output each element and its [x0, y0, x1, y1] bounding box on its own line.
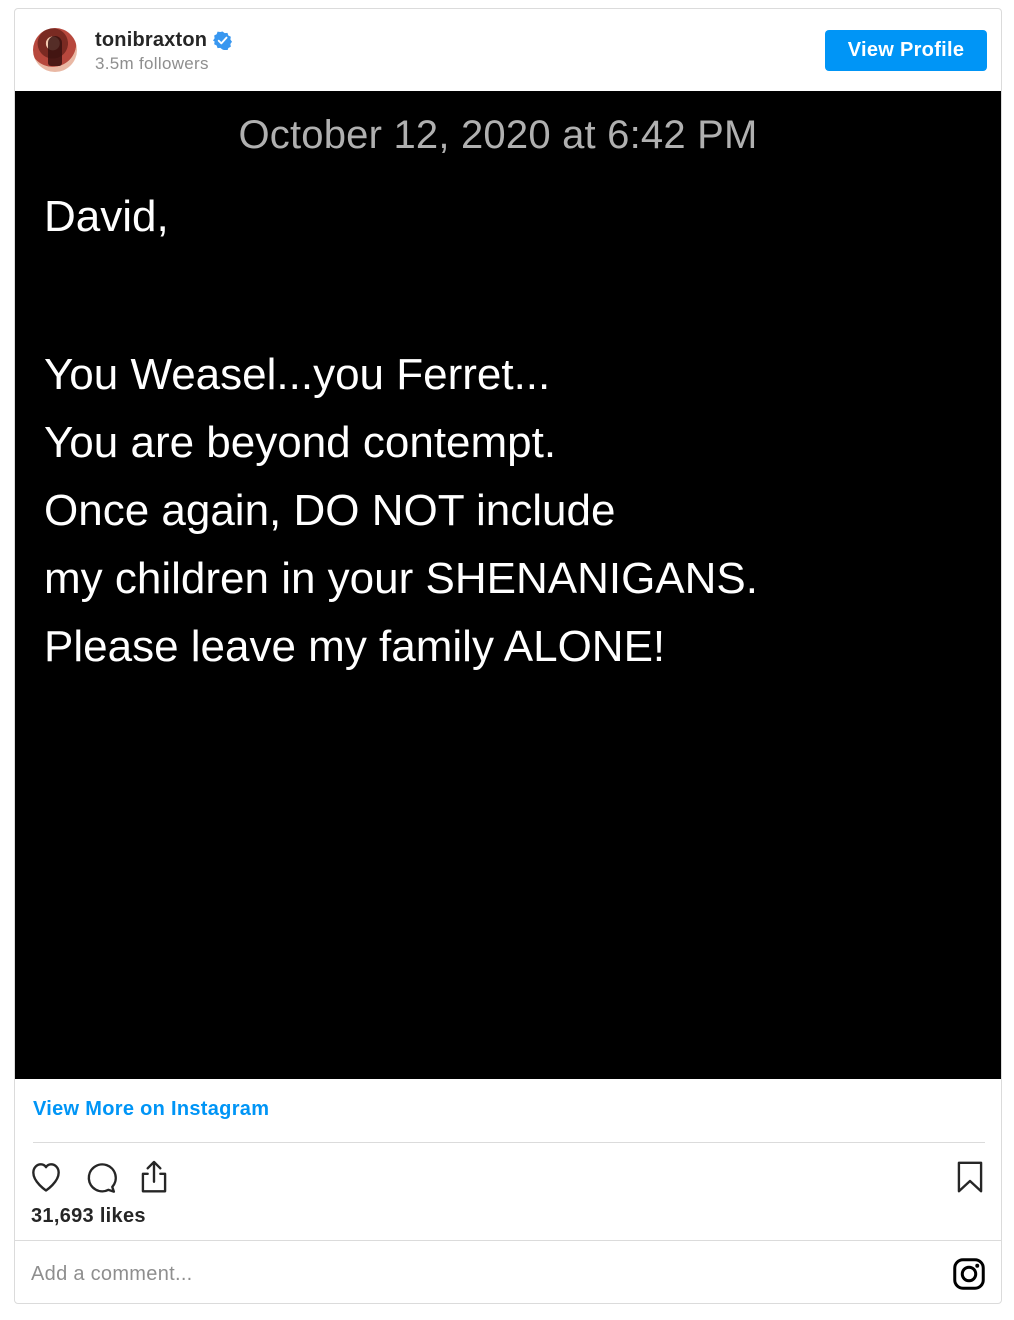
- follower-count: 3.5m followers: [95, 54, 209, 73]
- instagram-embed-card: tonibraxton 3.5m followers View Profile …: [14, 8, 1002, 1304]
- bookmark-icon[interactable]: [951, 1158, 989, 1196]
- view-profile-button[interactable]: View Profile: [825, 30, 987, 71]
- post-line: You Weasel...you Ferret...: [44, 350, 551, 399]
- post-line: Please leave my family ALONE!: [44, 622, 666, 671]
- post-message: David, You Weasel...you Ferret... You ar…: [44, 183, 974, 681]
- post-date: October 12, 2020 at 6:42 PM: [238, 113, 758, 157]
- post-line-gap: [44, 251, 974, 341]
- instagram-icon[interactable]: [951, 1256, 987, 1292]
- username-row: tonibraxton: [95, 29, 233, 52]
- divider: [33, 1142, 985, 1143]
- view-more-link[interactable]: View More on Instagram: [33, 1098, 269, 1121]
- post-line: Once again, DO NOT include: [44, 486, 616, 535]
- verified-badge-icon: [213, 31, 233, 50]
- divider: [15, 1240, 1001, 1241]
- heart-icon[interactable]: [27, 1158, 65, 1196]
- post-line: David,: [44, 192, 169, 241]
- like-count: 31,693 likes: [31, 1205, 146, 1227]
- username[interactable]: tonibraxton: [95, 29, 207, 52]
- comment-input[interactable]: [29, 1253, 933, 1295]
- post-image[interactable]: October 12, 2020 at 6:42 PM David, You W…: [15, 91, 1001, 1079]
- action-bar: [15, 1152, 1001, 1200]
- post-header: tonibraxton 3.5m followers View Profile: [15, 9, 1001, 91]
- share-icon[interactable]: [135, 1158, 173, 1196]
- avatar[interactable]: [33, 28, 77, 72]
- post-line: my children in your SHENANIGANS.: [44, 554, 758, 603]
- comment-icon[interactable]: [81, 1158, 119, 1196]
- post-line: You are beyond contempt.: [44, 418, 557, 467]
- avatar-figure: [48, 36, 62, 66]
